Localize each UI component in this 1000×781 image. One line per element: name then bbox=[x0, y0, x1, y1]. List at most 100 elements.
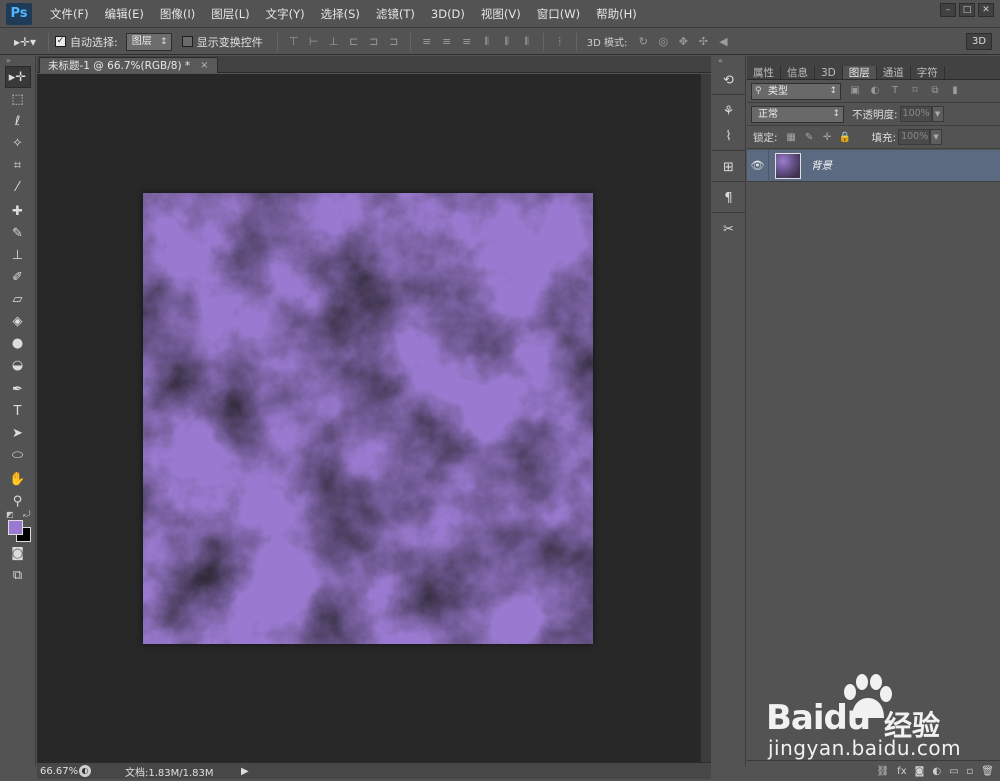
zoom-level[interactable]: 66.67% bbox=[37, 766, 78, 777]
menu-3d[interactable]: 3D(D) bbox=[423, 0, 473, 28]
tool-presets-icon[interactable]: ✂ bbox=[715, 218, 742, 240]
tab-character[interactable]: 字符 bbox=[911, 66, 945, 79]
distribute-top-icon[interactable]: ≡ bbox=[420, 35, 434, 49]
distribute-bottom-icon[interactable]: ≡ bbox=[460, 35, 474, 49]
paint-bucket-tool-icon[interactable]: ◈ bbox=[5, 310, 31, 332]
quick-mask-icon[interactable]: ◙ bbox=[5, 542, 31, 564]
filter-toggle-icon[interactable]: ▮ bbox=[949, 85, 961, 97]
tab-channels[interactable]: 通道 bbox=[877, 66, 911, 79]
lock-image-icon[interactable]: ✎ bbox=[803, 132, 816, 143]
maximize-button[interactable]: □ bbox=[959, 3, 975, 17]
rotate-3d-icon[interactable]: ↻ bbox=[636, 35, 650, 49]
pixel-filter-icon[interactable]: ▣ bbox=[849, 85, 861, 97]
layer-name[interactable]: 背景 bbox=[811, 158, 832, 173]
distribute-vcenter-icon[interactable]: ≡ bbox=[440, 35, 454, 49]
panel-grip[interactable]: « bbox=[712, 56, 745, 66]
marquee-tool-icon[interactable]: ⬚ bbox=[5, 88, 31, 110]
fill-dropdown-icon[interactable]: ▼ bbox=[930, 129, 943, 145]
menu-window[interactable]: 窗口(W) bbox=[529, 0, 588, 28]
lock-all-icon[interactable]: 🔒 bbox=[839, 132, 852, 143]
menu-select[interactable]: 选择(S) bbox=[313, 0, 368, 28]
menu-file[interactable]: 文件(F) bbox=[42, 0, 97, 28]
brush-presets-icon[interactable]: ⌇ bbox=[715, 125, 742, 147]
eraser-tool-icon[interactable]: ▱ bbox=[5, 288, 31, 310]
history-panel-icon[interactable]: ⟲ bbox=[715, 69, 742, 91]
screen-mode-icon[interactable]: ⧉ bbox=[5, 564, 31, 586]
lasso-tool-icon[interactable]: ℓ bbox=[5, 110, 31, 132]
tab-layers[interactable]: 图层 bbox=[842, 66, 877, 79]
close-button[interactable]: ✕ bbox=[978, 3, 994, 17]
menu-view[interactable]: 视图(V) bbox=[473, 0, 529, 28]
menu-edit[interactable]: 编辑(E) bbox=[97, 0, 152, 28]
tab-3d[interactable]: 3D bbox=[815, 66, 843, 79]
align-left-icon[interactable]: ⊏ bbox=[347, 35, 361, 49]
zoom-tool-icon[interactable]: ⚲ bbox=[5, 490, 31, 512]
auto-select-checkbox[interactable]: ✓ bbox=[55, 36, 66, 47]
shape-filter-icon[interactable]: ⌑ bbox=[909, 85, 921, 97]
align-vcenter-icon[interactable]: ⊢ bbox=[307, 35, 321, 49]
lock-position-icon[interactable]: ✛ bbox=[821, 132, 834, 143]
distribute-left-icon[interactable]: ⦀ bbox=[480, 35, 494, 49]
menu-type[interactable]: 文字(Y) bbox=[258, 0, 313, 28]
auto-align-icon[interactable]: ⦙ bbox=[553, 35, 567, 49]
drag-3d-icon[interactable]: ✥ bbox=[676, 35, 690, 49]
auto-select-dropdown[interactable]: 图层 bbox=[125, 32, 172, 51]
layer-kind-filter[interactable]: 类型 bbox=[751, 82, 841, 100]
ellipse-tool-icon[interactable]: ⬭ bbox=[5, 444, 31, 466]
lock-transparent-icon[interactable]: ▦ bbox=[785, 132, 798, 143]
swap-colors-icon[interactable]: ⤾ bbox=[23, 510, 31, 520]
opacity-dropdown-icon[interactable]: ▼ bbox=[931, 106, 944, 122]
menu-filter[interactable]: 滤镜(T) bbox=[368, 0, 423, 28]
status-info-icon[interactable]: ◐ bbox=[79, 765, 91, 777]
pen-tool-icon[interactable]: ✒ bbox=[5, 378, 31, 400]
status-menu-arrow-icon[interactable]: ▶ bbox=[241, 766, 249, 777]
distribute-right-icon[interactable]: ⦀ bbox=[520, 35, 534, 49]
magic-wand-tool-icon[interactable]: ✧ bbox=[5, 132, 31, 154]
smart-object-filter-icon[interactable]: ⧉ bbox=[929, 85, 941, 97]
move-tool-icon[interactable]: ▸✛ bbox=[4, 66, 31, 88]
crop-tool-icon[interactable]: ⌗ bbox=[5, 154, 31, 176]
brush-tool-icon[interactable]: ✎ bbox=[5, 222, 31, 244]
align-top-icon[interactable]: ⊤ bbox=[287, 35, 301, 49]
distribute-hcenter-icon[interactable]: ⦀ bbox=[500, 35, 514, 49]
clone-source-icon[interactable]: ⊞ bbox=[715, 156, 742, 178]
menu-help[interactable]: 帮助(H) bbox=[588, 0, 645, 28]
slide-3d-icon[interactable]: ✣ bbox=[696, 35, 710, 49]
blend-mode-dropdown[interactable]: 正常 bbox=[751, 105, 844, 123]
hand-tool-icon[interactable]: ✋ bbox=[5, 468, 31, 490]
tab-info[interactable]: 信息 bbox=[781, 66, 815, 79]
move-tool-preset-icon[interactable]: ▸✛▾ bbox=[8, 32, 42, 52]
align-hcenter-icon[interactable]: ⊐ bbox=[367, 35, 381, 49]
brush-panel-icon[interactable]: ⚘ bbox=[715, 100, 742, 122]
menu-layer[interactable]: 图层(L) bbox=[203, 0, 257, 28]
close-tab-icon[interactable]: × bbox=[200, 58, 208, 74]
document-tab[interactable]: 未标题-1 @ 66.7%(RGB/8) * × bbox=[39, 57, 218, 73]
type-filter-icon[interactable]: T bbox=[889, 85, 901, 97]
show-transform-checkbox[interactable] bbox=[181, 36, 193, 47]
roll-3d-icon[interactable]: ◎ bbox=[656, 35, 670, 49]
vertical-scrollbar[interactable] bbox=[700, 74, 711, 762]
paragraph-panel-icon[interactable]: ¶ bbox=[715, 187, 742, 209]
clone-stamp-tool-icon[interactable]: ⊥ bbox=[5, 244, 31, 266]
blur-tool-icon[interactable]: ● bbox=[5, 332, 31, 354]
path-selection-tool-icon[interactable]: ➤ bbox=[5, 422, 31, 444]
eyedropper-tool-icon[interactable]: ⁄ bbox=[5, 176, 31, 198]
visibility-eye-icon[interactable]: 👁 bbox=[747, 149, 769, 182]
fill-input[interactable]: 100% bbox=[898, 129, 931, 145]
type-tool-icon[interactable]: T bbox=[5, 400, 31, 422]
workspace-3d-button[interactable]: 3D bbox=[966, 33, 992, 50]
adjustment-filter-icon[interactable]: ◐ bbox=[869, 85, 881, 97]
document-canvas[interactable] bbox=[143, 193, 593, 644]
layer-row[interactable]: 👁 背景 bbox=[747, 149, 1000, 182]
align-right-icon[interactable]: ⊐ bbox=[387, 35, 401, 49]
menu-image[interactable]: 图像(I) bbox=[152, 0, 203, 28]
opacity-input[interactable]: 100% bbox=[899, 106, 932, 122]
default-colors-icon[interactable]: ◩ bbox=[6, 510, 14, 519]
history-brush-tool-icon[interactable]: ✐ bbox=[5, 266, 31, 288]
foreground-color-swatch[interactable] bbox=[8, 520, 23, 535]
tab-properties[interactable]: 属性 bbox=[747, 66, 781, 79]
healing-brush-tool-icon[interactable]: ✚ bbox=[5, 200, 31, 222]
panel-grip[interactable]: » bbox=[0, 56, 35, 66]
minimize-button[interactable]: – bbox=[940, 3, 956, 17]
dodge-tool-icon[interactable]: ◒ bbox=[5, 354, 31, 376]
